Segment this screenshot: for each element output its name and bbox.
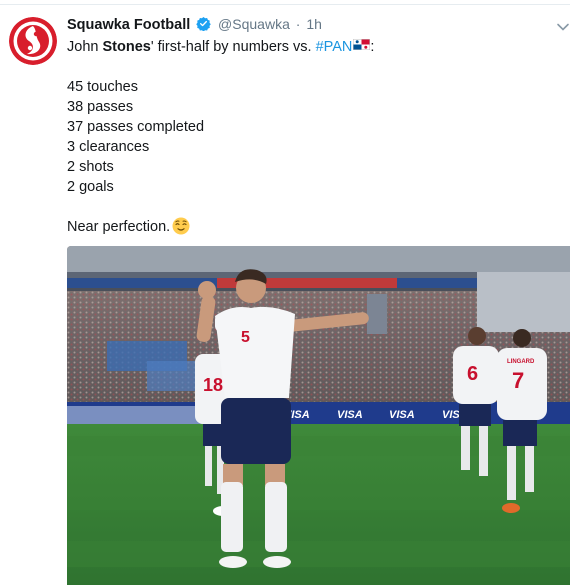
tweet-header: Squawka Football @Squawka · 1h	[67, 16, 322, 36]
stat-line: 45 touches	[67, 79, 138, 95]
ad-board-text: VISA	[389, 409, 415, 421]
stat-line: 38 passes	[67, 99, 134, 115]
intro-suffix: :	[370, 39, 375, 55]
closing-text: Near perfection.	[67, 219, 171, 235]
stat-line: 2 shots	[67, 159, 114, 175]
divider	[0, 4, 570, 5]
chevron-down-icon[interactable]	[556, 20, 570, 34]
separator-dot: ·	[295, 16, 301, 32]
verified-badge-icon	[196, 16, 211, 31]
tweet-text: John Stones' first-half by numbers vs. #…	[67, 37, 562, 237]
stat-line: 3 clearances	[67, 139, 150, 155]
tweet-photo[interactable]: VISA VISA VISA VISA 18 6 LINGARD 7 5	[67, 246, 570, 585]
shirt-name: LINGARD	[507, 359, 535, 365]
shirt-number: 7	[512, 368, 524, 393]
stat-line: 37 passes completed	[67, 119, 205, 135]
tweet-intro-line: John Stones' first-half by numbers vs. #…	[67, 37, 562, 57]
player-name: Stones	[102, 39, 151, 55]
intro-prefix: John	[67, 39, 103, 55]
tweet[interactable]: Squawka Football @Squawka · 1h John Ston…	[0, 0, 570, 585]
ad-board-text: VISA	[337, 409, 363, 421]
shirt-number: 6	[467, 363, 478, 385]
relieved-face-emoji-icon	[172, 217, 190, 235]
hashtag-link[interactable]: #PAN	[316, 39, 353, 55]
closing-line: Near perfection.	[67, 217, 562, 237]
squawka-logo-icon	[9, 17, 57, 65]
stat-line: 2 goals	[67, 179, 114, 195]
panama-flag-icon	[353, 39, 371, 50]
author-name[interactable]: Squawka Football	[67, 17, 190, 33]
match-photo: VISA VISA VISA VISA 18 6 LINGARD 7 5	[67, 246, 570, 585]
avatar[interactable]	[9, 17, 57, 65]
author-handle[interactable]: @Squawka	[218, 16, 290, 32]
intro-middle: ' first-half by numbers vs.	[150, 39, 316, 55]
shirt-number: 5	[241, 329, 250, 346]
tweet-timestamp[interactable]: 1h	[306, 16, 322, 32]
shirt-number: 18	[203, 375, 223, 395]
